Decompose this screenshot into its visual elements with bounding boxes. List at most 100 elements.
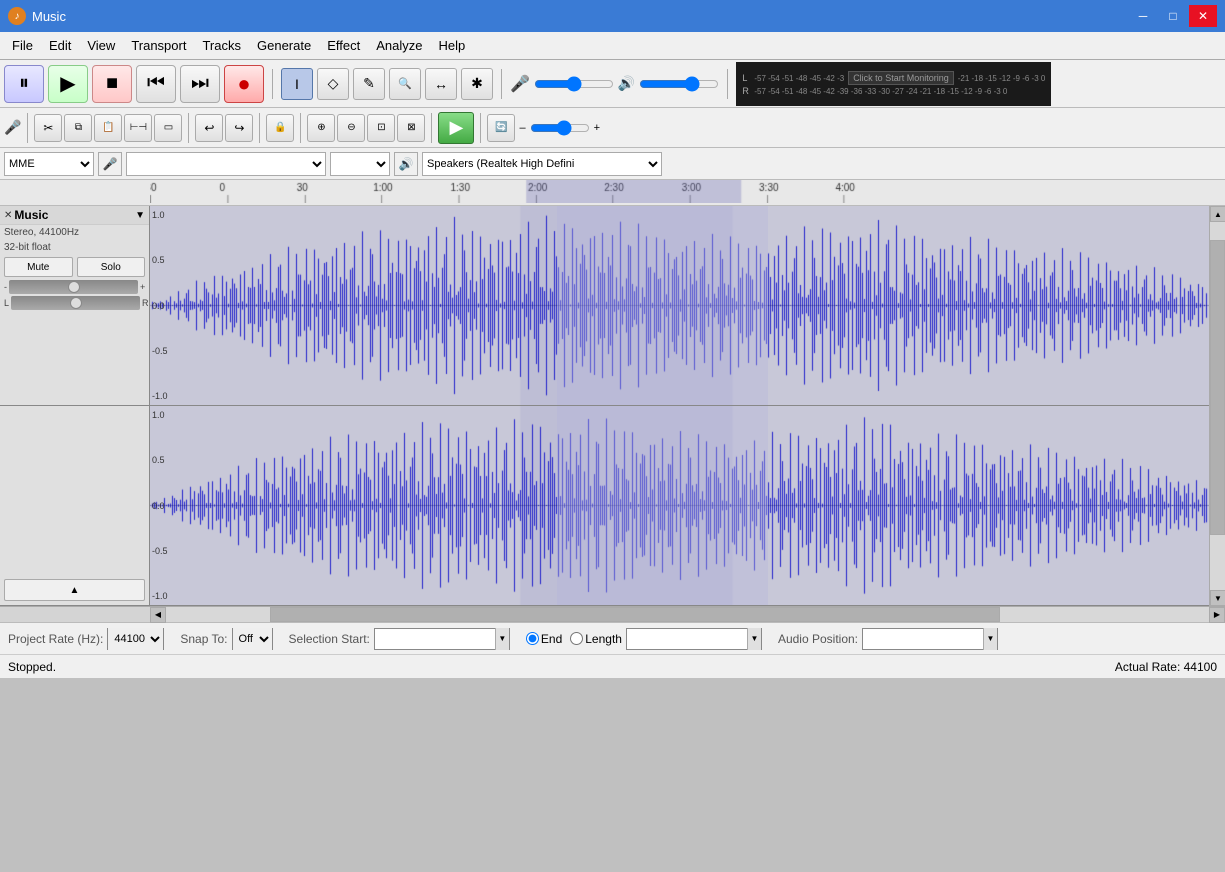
mic-gain-slider[interactable] [534,77,614,91]
input-channels-select[interactable] [330,152,390,176]
cut-button[interactable]: ✂ [34,114,62,142]
vu-l-label: L [742,73,752,83]
draw-tool[interactable]: ✎ [353,68,385,100]
mic2-icon: 🎤 [4,119,21,136]
waveform-lower[interactable]: 1.0 0.5 0.0 -0.5 -1.0 [150,406,1209,605]
selection-tool[interactable]: I [281,68,313,100]
gain-slider[interactable] [9,280,138,294]
end-radio-label[interactable]: End [526,632,562,646]
zoom-sel-button[interactable]: ⊠ [397,114,425,142]
v-scroll-down[interactable]: ▼ [1210,590,1225,606]
end-length-radio-group: End Length [526,632,622,646]
snap-to-select[interactable]: Off [233,628,272,650]
length-radio[interactable] [570,632,583,645]
zoom-out-button[interactable]: ⊖ [337,114,365,142]
close-button[interactable]: ✕ [1189,5,1217,27]
gain-plus-label: + [140,282,145,292]
title-left: ♪ Music [8,7,66,25]
track-close-button[interactable]: ✕ [4,210,12,221]
project-rate-label: Project Rate (Hz): [8,632,103,646]
skip-end-button[interactable]: ⏭ [180,65,220,103]
track-pan-row: L R [0,295,149,311]
audio-pos-input[interactable]: 00 h 00 m 00.000 s [863,632,983,645]
selection-start-arrow[interactable]: ▼ [495,628,509,650]
input-device-select[interactable] [126,152,326,176]
sep-edit-2 [188,113,189,143]
redo-button[interactable]: ↪ [225,114,253,142]
minimize-button[interactable]: ─ [1129,5,1157,27]
length-radio-label[interactable]: Length [570,632,622,646]
menu-analyze[interactable]: Analyze [368,34,430,57]
mute-button[interactable]: Mute [4,257,73,277]
track-lower: ▲ 1.0 0.5 0.0 -0.5 -1.0 [0,406,1209,606]
record-button[interactable]: ● [224,65,264,103]
zoom-fit-button[interactable]: ⊡ [367,114,395,142]
zoom-tool[interactable]: 🔍 [389,68,421,100]
menu-tracks[interactable]: Tracks [194,34,249,57]
audio-pos-arrow[interactable]: ▼ [983,628,997,650]
menu-help[interactable]: Help [430,34,473,57]
track-name-label: Music [14,208,135,222]
play-button[interactable]: ▶ [48,65,88,103]
menu-view[interactable]: View [79,34,123,57]
v-scroll-up[interactable]: ▲ [1210,206,1225,222]
menu-transport[interactable]: Transport [123,34,194,57]
pause-button[interactable]: ⏸ [4,65,44,103]
silence-button[interactable]: ▭ [154,114,182,142]
waveform-upper[interactable]: 1.0 0.5 0.0 -0.5 -1.0 [150,206,1209,405]
trim-button[interactable]: ⊢⊣ [124,114,152,142]
v-scroll-thumb[interactable] [1210,240,1225,534]
track-dropdown-button[interactable]: ▼ [135,210,145,221]
paste-button[interactable]: 📋 [94,114,122,142]
green-play-button[interactable]: ▶ [438,112,474,144]
track-header-upper: ✕ Music ▼ Stereo, 44100Hz 32-bit float M… [0,206,150,405]
snap-to-label: Snap To: [180,632,227,646]
menu-generate[interactable]: Generate [249,34,319,57]
loop-slider[interactable] [530,122,590,134]
sync-button[interactable]: 🔄 [487,114,515,142]
separator-2 [501,69,502,99]
timeshift-tool[interactable]: ↔ [425,68,457,100]
maximize-button[interactable]: □ [1159,5,1187,27]
solo-button[interactable]: Solo [77,257,146,277]
selection-end-input[interactable]: 00 h 01 m 35.990 s [627,632,747,645]
vertical-scrollbar[interactable]: ▲ ▼ [1209,206,1225,606]
menu-file[interactable]: File [4,34,41,57]
h-scroll-track[interactable] [166,607,1209,622]
menu-effect[interactable]: Effect [319,34,368,57]
h-scroll-left[interactable]: ◀ [150,607,166,623]
v-scroll-track[interactable] [1210,222,1225,590]
separator-3 [727,69,728,99]
title-bar: ♪ Music ─ □ ✕ [0,0,1225,32]
h-scroll-right[interactable]: ▶ [1209,607,1225,623]
gain-minus-label: - [4,282,7,292]
selection-end-arrow[interactable]: ▼ [747,628,761,650]
zoom-in-button[interactable]: ⊕ [307,114,335,142]
vu-monitor-button[interactable]: Click to Start Monitoring [848,71,954,85]
end-radio[interactable] [526,632,539,645]
end-length-section: End Length 00 h 01 m 35.990 s ▼ [526,628,762,650]
copy-button[interactable]: ⧉ [64,114,92,142]
skip-start-button[interactable]: ⏮ [136,65,176,103]
actual-rate-label: Actual Rate: [1115,660,1180,674]
h-scroll-thumb[interactable] [270,607,1000,622]
horizontal-scrollbar[interactable]: ◀ ▶ [0,606,1225,622]
window-controls: ─ □ ✕ [1129,5,1217,27]
multitool[interactable]: ✱ [461,68,493,100]
menu-edit[interactable]: Edit [41,34,79,57]
envelope-tool[interactable]: ◇ [317,68,349,100]
output-gain-slider[interactable] [639,77,719,91]
stop-button[interactable]: ■ [92,65,132,103]
pan-slider[interactable] [11,296,140,310]
end-radio-text: End [541,632,562,646]
sync-lock-button[interactable]: 🔒 [266,114,294,142]
output-device-select[interactable]: Speakers (Realtek High Defini [422,152,662,176]
sep-edit-4 [300,113,301,143]
undo-button[interactable]: ↩ [195,114,223,142]
vu-r-label: R [742,86,752,96]
selection-start-input[interactable]: 00 h 00 m 58.716 s [375,632,495,645]
collapse-button[interactable]: ▲ [4,579,145,601]
timeline-ruler [0,180,1225,206]
project-rate-select[interactable]: 44100 [108,628,163,650]
audio-host-select[interactable]: MME [4,152,94,176]
